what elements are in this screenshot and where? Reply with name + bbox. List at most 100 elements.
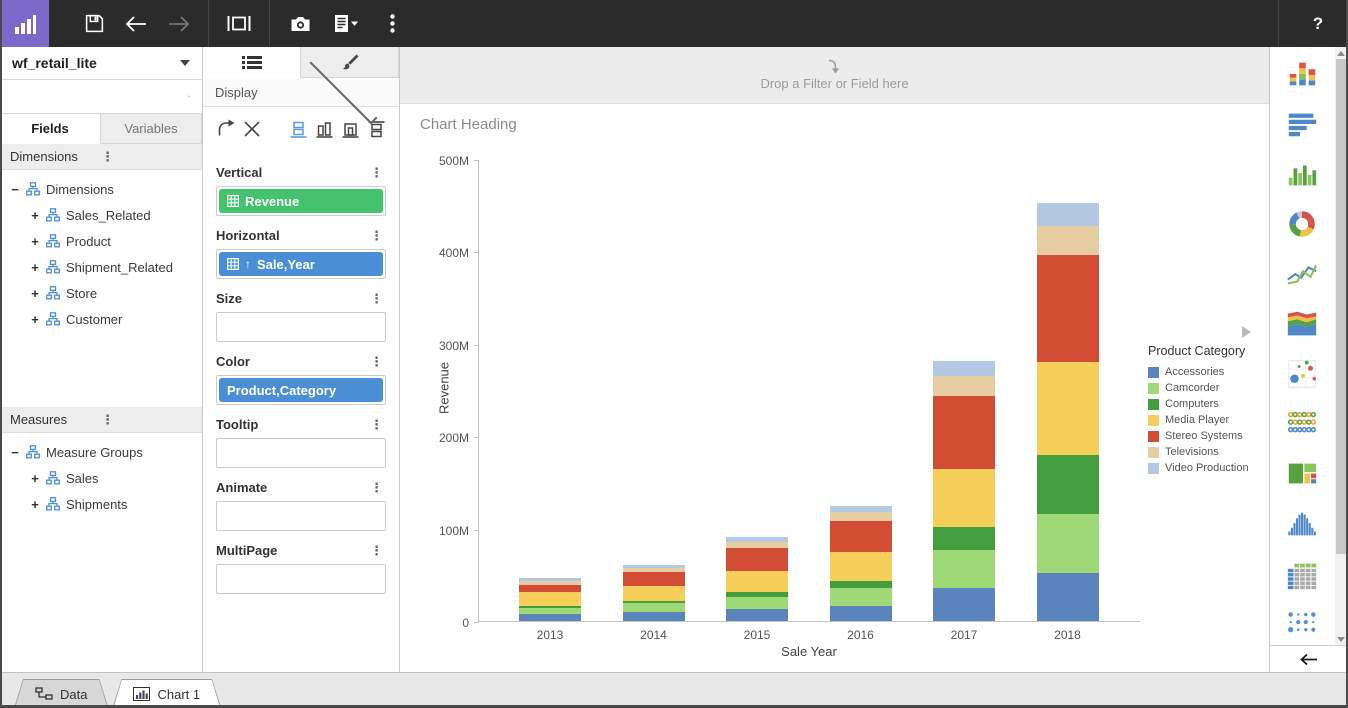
legend-item-stereo-systems[interactable]: Stereo Systems	[1148, 428, 1266, 444]
well-menu-icon[interactable]: ⋮	[367, 418, 386, 431]
bar-segment-2018-media-player[interactable]	[1037, 362, 1099, 454]
expand-icon[interactable]: +	[28, 471, 42, 486]
overlay-icon[interactable]	[337, 116, 363, 142]
bar-segment-2017-accessories[interactable]	[933, 588, 995, 621]
tree-item-shipment-related[interactable]: +Shipment_Related	[0, 254, 202, 280]
bar-segment-2016-televisions[interactable]	[830, 512, 892, 521]
bar-segment-2013-computers[interactable]	[519, 606, 581, 608]
horizontal-bar-chart-icon[interactable]	[1270, 99, 1334, 149]
clear-icon[interactable]	[239, 116, 265, 142]
swap-axes-icon[interactable]	[213, 116, 239, 142]
expand-icon[interactable]: +	[28, 208, 42, 223]
bar-segment-2018-camcorder[interactable]	[1037, 514, 1099, 573]
tree-item-measure-groups[interactable]: −Measure Groups	[0, 439, 202, 465]
collapse-icon[interactable]: −	[8, 182, 22, 197]
well-size-dropzone[interactable]	[216, 312, 386, 342]
side-by-side-icon[interactable]	[311, 116, 337, 142]
snapshot-button[interactable]	[279, 0, 321, 47]
tree-item-customer[interactable]: +Customer	[0, 306, 202, 332]
bar-segment-2014-stereo-systems[interactable]	[623, 572, 685, 586]
treemap-icon[interactable]	[1270, 449, 1334, 499]
bar-segment-2013-stereo-systems[interactable]	[519, 585, 581, 592]
preview-button[interactable]	[218, 0, 260, 47]
more-options-button[interactable]	[371, 0, 413, 47]
bar-segment-2015-televisions[interactable]	[726, 542, 788, 548]
field-pill-revenue[interactable]: Revenue	[219, 189, 383, 213]
legend-item-accessories[interactable]: Accessories	[1148, 364, 1266, 380]
bar-segment-2018-televisions[interactable]	[1037, 226, 1099, 256]
data-grid-icon[interactable]	[1270, 549, 1334, 599]
report-menu-button[interactable]	[321, 0, 371, 47]
legend-item-media-player[interactable]: Media Player	[1148, 412, 1266, 428]
rail-scrollbar[interactable]	[1335, 47, 1347, 645]
help-button[interactable]: ?	[1288, 14, 1348, 34]
chart-heading[interactable]: Chart Heading	[420, 116, 517, 133]
bar-segment-2013-media-player[interactable]	[519, 592, 581, 606]
well-menu-icon[interactable]: ⋮	[367, 544, 386, 557]
search-input[interactable]	[12, 89, 188, 104]
dimensions-menu-icon[interactable]: ⋮	[98, 150, 192, 163]
dot-matrix-icon[interactable]	[1270, 599, 1334, 649]
well-color-dropzone[interactable]: Product,Category	[216, 375, 386, 405]
bar-segment-2017-stereo-systems[interactable]	[933, 396, 995, 469]
tree-item-store[interactable]: +Store	[0, 280, 202, 306]
well-menu-icon[interactable]: ⋮	[367, 292, 386, 305]
data-source-selector[interactable]: wf_retail_lite	[0, 47, 202, 80]
tree-item-sales-related[interactable]: +Sales_Related	[0, 202, 202, 228]
bar-segment-2015-accessories[interactable]	[726, 609, 788, 621]
well-horizontal-dropzone[interactable]: ↑Sale,Year	[216, 249, 386, 279]
collapse-icon[interactable]: −	[8, 445, 22, 460]
expand-icon[interactable]: +	[28, 312, 42, 327]
bar-segment-2015-camcorder[interactable]	[726, 597, 788, 609]
scroll-down-icon[interactable]	[1335, 633, 1347, 645]
bar-segment-2016-stereo-systems[interactable]	[830, 521, 892, 551]
area-chart-icon[interactable]	[1270, 299, 1334, 349]
bar-segment-2016-video-production[interactable]	[830, 506, 892, 512]
bar-segment-2018-accessories[interactable]	[1037, 573, 1099, 621]
bar-segment-2013-accessories[interactable]	[519, 614, 581, 621]
well-tooltip-dropzone[interactable]	[216, 438, 386, 468]
bar-segment-2015-stereo-systems[interactable]	[726, 548, 788, 571]
tree-item-dimensions[interactable]: −Dimensions	[0, 176, 202, 202]
bar-segment-2014-camcorder[interactable]	[623, 603, 685, 611]
tree-item-sales[interactable]: +Sales	[0, 465, 202, 491]
tab-chart-1[interactable]: Chart 1	[112, 679, 221, 708]
bubble-matrix-icon[interactable]	[1270, 399, 1334, 449]
bar-segment-2016-accessories[interactable]	[830, 606, 892, 621]
bar-segment-2014-computers[interactable]	[623, 601, 685, 604]
bar-segment-2017-televisions[interactable]	[933, 376, 995, 395]
grouped-bar-chart-icon[interactable]	[1270, 149, 1334, 199]
redo-button[interactable]	[157, 0, 199, 47]
bar-segment-2014-media-player[interactable]	[623, 586, 685, 601]
expand-icon[interactable]: +	[28, 234, 42, 249]
scroll-up-icon[interactable]	[1335, 47, 1347, 59]
save-button[interactable]	[73, 0, 115, 47]
tab-data[interactable]: Data	[14, 679, 108, 708]
tree-item-shipments[interactable]: +Shipments	[0, 491, 202, 517]
field-pill-sale-year[interactable]: ↑Sale,Year	[219, 252, 383, 276]
line-chart-icon[interactable]	[1270, 249, 1334, 299]
bar-segment-2017-video-production[interactable]	[933, 361, 995, 376]
well-vertical-dropzone[interactable]: Revenue	[216, 186, 386, 216]
bar-segment-2015-computers[interactable]	[726, 592, 788, 597]
well-animate-dropzone[interactable]	[216, 501, 386, 531]
undo-button[interactable]	[115, 0, 157, 47]
bar-segment-2018-computers[interactable]	[1037, 455, 1099, 514]
stack-bottom-icon[interactable]	[285, 116, 311, 142]
well-multipage-dropzone[interactable]	[216, 564, 386, 594]
tree-item-product[interactable]: +Product	[0, 228, 202, 254]
app-logo[interactable]	[0, 0, 49, 47]
tab-fields[interactable]: Fields	[0, 114, 101, 144]
tab-variables[interactable]: Variables	[101, 114, 202, 143]
bar-segment-2016-media-player[interactable]	[830, 552, 892, 582]
legend-item-video-production[interactable]: Video Production	[1148, 460, 1266, 476]
collapse-rail-button[interactable]	[1270, 645, 1347, 672]
bar-segment-2016-camcorder[interactable]	[830, 588, 892, 606]
well-menu-icon[interactable]: ⋮	[367, 355, 386, 368]
expand-icon[interactable]: +	[28, 286, 42, 301]
display-accordion[interactable]: Display	[203, 78, 399, 107]
legend-item-camcorder[interactable]: Camcorder	[1148, 380, 1266, 396]
histogram-icon[interactable]	[1270, 499, 1334, 549]
well-menu-icon[interactable]: ⋮	[367, 481, 386, 494]
scrollbar-thumb[interactable]	[1336, 59, 1346, 554]
